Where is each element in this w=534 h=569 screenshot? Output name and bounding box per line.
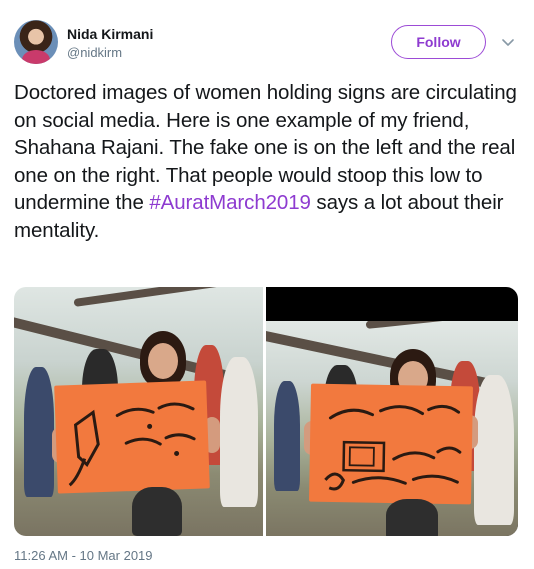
tweet-header: Nida Kirmani @nidkirm Follow (14, 18, 520, 66)
tweet-text: Doctored images of women holding signs a… (14, 79, 524, 245)
protest-sign-real (308, 383, 474, 505)
photo-fake[interactable] (14, 287, 263, 536)
woman-body (132, 487, 182, 536)
woman-face (148, 343, 178, 379)
photo-real[interactable] (266, 287, 518, 536)
woman-body (386, 499, 438, 536)
photo-scene (266, 321, 518, 536)
crowd-person (220, 357, 258, 507)
sign-drawing (68, 402, 196, 487)
author-avatar[interactable] (14, 20, 58, 64)
protest-sign-fake (54, 380, 210, 494)
crowd-person (474, 375, 514, 525)
crowd-person (274, 381, 300, 491)
hashtag-link[interactable]: #AuratMarch2019 (149, 191, 311, 214)
media-grid (14, 287, 518, 536)
tweet-timestamp[interactable]: 11:26 AM - 10 Mar 2019 (14, 548, 153, 563)
tree-branch (73, 287, 263, 307)
chevron-down-icon[interactable] (500, 34, 516, 50)
follow-button[interactable]: Follow (391, 25, 486, 59)
author-handle[interactable]: @nidkirm (67, 45, 122, 60)
tree-branch (365, 321, 518, 329)
author-display-name[interactable]: Nida Kirmani (67, 26, 153, 42)
avatar-shirt (22, 50, 50, 64)
crowd-person (24, 367, 54, 497)
sign-drawing (324, 404, 462, 491)
